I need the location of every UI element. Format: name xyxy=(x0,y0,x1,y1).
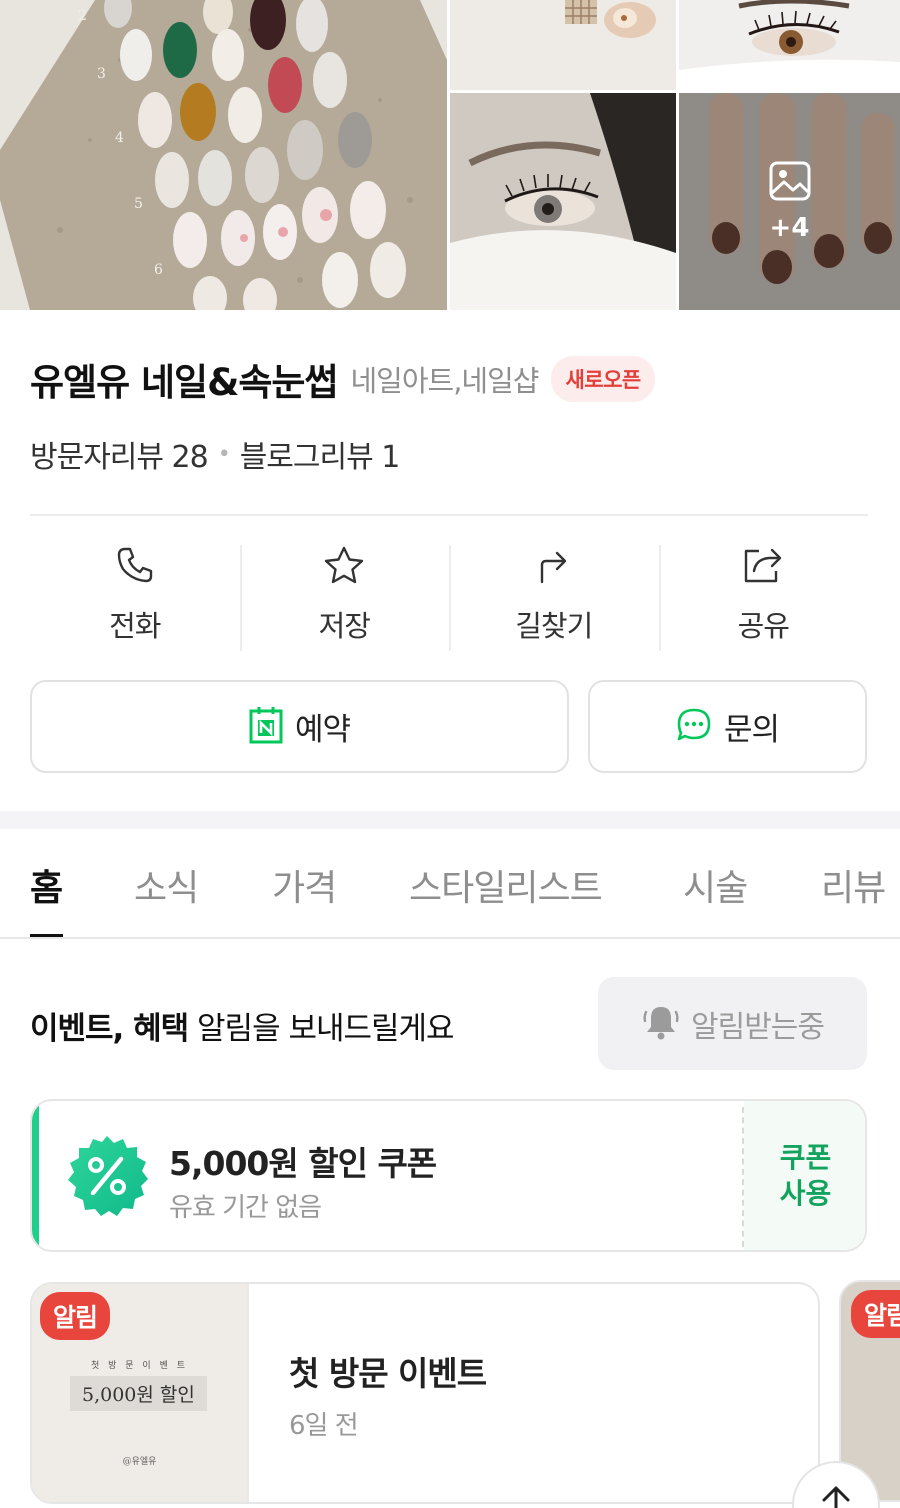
notice-bold: 이벤트, 혜택 xyxy=(30,1011,189,1047)
event-alert-badge: 알림 xyxy=(40,1292,111,1340)
thumb-caption-top: 첫 방 문 이 벤 트 xyxy=(91,1361,188,1371)
phone-icon xyxy=(115,545,155,589)
tab-stylist[interactable]: 스타일리스트 xyxy=(409,859,603,911)
action-bar: 전화 저장 길찾기 공유 xyxy=(30,545,868,651)
discount-coupon: 5,000원 할인 쿠폰 유효 기간 없음 쿠폰 사용 xyxy=(30,1099,867,1252)
more-photos-overlay: +4 xyxy=(679,93,900,310)
notice-message: 이벤트, 혜택 알림을 보내드릴게요 xyxy=(30,1003,455,1048)
image-icon xyxy=(769,161,811,205)
svg-text:6: 6 xyxy=(154,262,163,278)
coupon-validity: 유효 기간 없음 xyxy=(169,1193,322,1223)
coupon-use-label: 쿠폰 사용 xyxy=(779,1140,832,1210)
event-thumbnail: 첫 방 문 이 벤 트 5,000원 할인 @유엘유 알림 xyxy=(32,1284,249,1502)
blog-reviews-link[interactable]: 블로그리뷰 1 xyxy=(240,432,401,476)
svg-text:2: 2 xyxy=(78,8,87,24)
event-time: 6일 전 xyxy=(289,1411,359,1441)
notification-toggle-button[interactable]: 알림받는중 xyxy=(598,977,867,1070)
chat-bubble-icon xyxy=(676,707,712,747)
new-open-badge: 새로오픈 xyxy=(551,356,655,402)
photo-nail-pattern[interactable] xyxy=(450,0,676,90)
notice-rest: 알림을 보내드릴게요 xyxy=(188,1011,455,1047)
share-label: 공유 xyxy=(737,609,790,643)
coupon-use-button[interactable]: 쿠폰 사용 xyxy=(744,1101,865,1250)
photo-more-nails[interactable]: +4 xyxy=(679,93,900,310)
percent-badge-icon xyxy=(65,1134,149,1222)
notification-toggle-label: 알림받는중 xyxy=(691,1009,825,1045)
thumb-caption-foot: @유엘유 xyxy=(122,1457,157,1467)
visitor-reviews-link[interactable]: 방문자리뷰 28 xyxy=(30,432,209,476)
save-label: 저장 xyxy=(318,609,371,643)
naver-calendar-icon xyxy=(249,706,283,748)
tab-price[interactable]: 가격 xyxy=(272,859,337,911)
directions-arrow-icon xyxy=(534,545,574,589)
arrow-up-icon xyxy=(819,1485,853,1508)
photo-eye-lash-extension[interactable] xyxy=(450,93,676,310)
svg-text:3: 3 xyxy=(97,66,106,82)
thumb-caption-main: 5,000원 할인 xyxy=(70,1376,207,1411)
photo-gallery: 2 3 4 5 6 +4 xyxy=(0,0,900,310)
bell-icon xyxy=(641,1003,681,1045)
call-label: 전화 xyxy=(109,609,161,643)
event-next-alert-badge: 알림 xyxy=(851,1290,900,1338)
tab-treatment[interactable]: 시술 xyxy=(683,859,748,911)
photo-main-nail-tips[interactable]: 2 3 4 5 6 xyxy=(0,0,447,310)
tab-review[interactable]: 리뷰 xyxy=(821,859,886,911)
section-gap xyxy=(0,811,900,829)
share-button[interactable]: 공유 xyxy=(658,545,869,651)
call-button[interactable]: 전화 xyxy=(30,545,240,651)
reserve-label: 예약 xyxy=(294,712,351,748)
reserve-button[interactable]: 예약 xyxy=(30,680,569,773)
directions-label: 길찾기 xyxy=(515,609,593,643)
event-card[interactable]: 첫 방 문 이 벤 트 5,000원 할인 @유엘유 알림 첫 방문 이벤트 6… xyxy=(30,1282,820,1504)
place-title-row: 유엘유 네일&속눈썹 네일아트,네일샵 새로오픈 xyxy=(30,352,655,406)
inquiry-button[interactable]: 문의 xyxy=(588,680,867,773)
place-category: 네일아트,네일샵 xyxy=(350,364,539,398)
photo-eyelash-closeup[interactable] xyxy=(679,0,900,90)
star-icon xyxy=(323,545,365,589)
review-summary: 방문자리뷰 28 • 블로그리뷰 1 xyxy=(30,432,401,476)
save-button[interactable]: 저장 xyxy=(239,545,450,651)
more-photos-count: +4 xyxy=(769,212,810,243)
coupon-accent-bar xyxy=(32,1101,39,1250)
svg-text:4: 4 xyxy=(115,130,124,146)
tabs-border xyxy=(0,937,900,939)
tab-news[interactable]: 소식 xyxy=(134,859,199,911)
tab-bar: 홈 소식 가격 스타일리스트 시술 리뷰 xyxy=(0,829,900,939)
svg-text:5: 5 xyxy=(134,196,143,212)
separator-dot: • xyxy=(217,441,231,467)
place-name: 유엘유 네일&속눈썹 xyxy=(30,361,338,404)
share-icon xyxy=(741,545,785,589)
divider xyxy=(30,514,868,516)
coupon-title: 5,000원 할인 쿠폰 xyxy=(169,1144,437,1183)
directions-button[interactable]: 길찾기 xyxy=(449,545,659,651)
event-title: 첫 방문 이벤트 xyxy=(289,1354,487,1393)
tab-home[interactable]: 홈 xyxy=(30,859,63,911)
inquiry-label: 문의 xyxy=(723,712,780,748)
